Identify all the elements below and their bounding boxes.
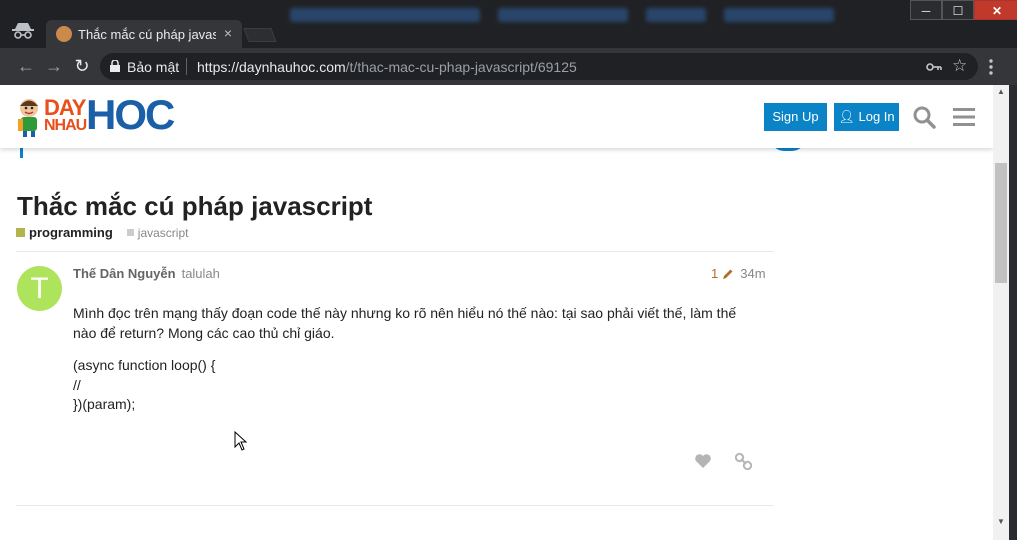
blurred-item [646, 8, 706, 22]
avatar[interactable]: T [17, 266, 62, 311]
timeline-tick [20, 148, 23, 158]
forward-arrow-icon[interactable]: → [44, 56, 64, 76]
blurred-item [290, 8, 480, 22]
logo-mascot-icon [18, 99, 38, 137]
post-meta: 1 34m [711, 266, 766, 281]
topic-category-row: programming javascript [16, 225, 188, 240]
scroll-down-icon[interactable]: ▼ [993, 515, 1009, 529]
sign-up-button[interactable]: Sign Up [764, 103, 827, 131]
tag-badge [126, 229, 134, 236]
browser-window: Thắc mắc cú pháp javascript - DayNhauHoc… [0, 0, 1017, 540]
mouse-cursor-icon [234, 431, 248, 451]
scroll-thumb[interactable] [995, 163, 1007, 283]
code-line: })(param); [73, 396, 136, 412]
log-in-label: Log In [858, 109, 895, 124]
omnibox-divider [186, 58, 187, 75]
logo-text-nhau: NHAU [44, 117, 87, 134]
minimize-button[interactable]: ─ [910, 0, 942, 20]
tab-title: Thắc mắc cú pháp javascript - DayNhauHoc [78, 27, 216, 42]
category-color-badge [16, 228, 25, 237]
window-border [1009, 85, 1017, 540]
divider [16, 251, 774, 252]
blurred-item [724, 8, 834, 22]
blurred-bookmarks [290, 8, 905, 24]
post-author: Thế Dân Nguyễn talulah [73, 266, 220, 281]
hamburger-menu-icon[interactable] [953, 107, 975, 127]
code-line: // [73, 376, 81, 393]
tab-bar: Thắc mắc cú pháp javascript - DayNhauHoc… [0, 0, 1017, 48]
search-icon[interactable] [912, 105, 936, 129]
window-controls: ─ ☐ ✕ [910, 0, 1017, 20]
maximize-button[interactable]: ☐ [942, 0, 974, 20]
new-tab-button[interactable] [243, 28, 277, 42]
topic-title: Thắc mắc cú pháp javascript [17, 191, 373, 221]
heart-icon[interactable] [694, 453, 712, 469]
browser-toolbar: ← → ↻ Bảo mật https://daynhauhoc.com/t/t… [0, 48, 1017, 85]
key-icon[interactable] [926, 60, 942, 74]
lock-icon [110, 60, 120, 72]
url-path: /t/thac-mac-cu-phap-javascript/69125 [345, 59, 577, 75]
back-arrow-icon[interactable]: ← [16, 56, 36, 76]
page-scrollbar[interactable]: ▲ ▼ [993, 85, 1009, 540]
close-window-button[interactable]: ✕ [974, 0, 1017, 20]
tab-close-icon[interactable]: × [220, 25, 236, 41]
incognito-icon [12, 23, 34, 39]
post-time[interactable]: 34m [740, 266, 765, 281]
link-icon[interactable] [735, 453, 752, 470]
url-text[interactable]: https://daynhauhoc.com/t/thac-mac-cu-pha… [197, 59, 577, 75]
browser-tab-active[interactable]: Thắc mắc cú pháp javascript - DayNhauHoc… [46, 20, 242, 48]
security-label: Bảo mật [127, 59, 180, 75]
address-bar[interactable]: Bảo mật https://daynhauhoc.com/t/thac-ma… [100, 53, 978, 80]
log-in-button[interactable]: 👤︎ Log In [834, 103, 899, 131]
post-code: (async function loop() { // })(param); [73, 356, 215, 415]
reload-icon[interactable]: ↻ [72, 56, 92, 76]
author-name[interactable]: Thế Dân Nguyễn [73, 266, 176, 281]
site-favicon-icon [56, 26, 72, 42]
code-line: (async function loop() { [73, 357, 216, 373]
url-host: https://daynhauhoc.com [197, 59, 346, 75]
author-username[interactable]: talulah [182, 266, 220, 281]
logo-text-hoc: HOC [86, 91, 175, 138]
site-header: DAY NHAU HOC Sign Up 👤︎ Log In [0, 85, 993, 148]
blurred-item [498, 8, 628, 22]
bookmark-star-icon[interactable]: ☆ [952, 56, 967, 76]
user-icon: 👤︎ [838, 109, 855, 124]
category-link[interactable]: programming [29, 225, 113, 240]
pencil-icon[interactable] [722, 268, 734, 280]
browser-menu-icon[interactable] [984, 57, 998, 77]
divider [16, 505, 774, 506]
web-page: DAY NHAU HOC Sign Up 👤︎ Log In Thắc mắc … [0, 85, 993, 540]
scroll-up-icon[interactable]: ▲ [993, 85, 1009, 99]
edit-count[interactable]: 1 [711, 266, 718, 281]
site-logo[interactable]: DAY NHAU HOC [16, 93, 175, 139]
post-body-text: Mình đọc trên mạng thấy đoạn code thế nà… [73, 305, 737, 341]
tag-link[interactable]: javascript [138, 226, 189, 240]
